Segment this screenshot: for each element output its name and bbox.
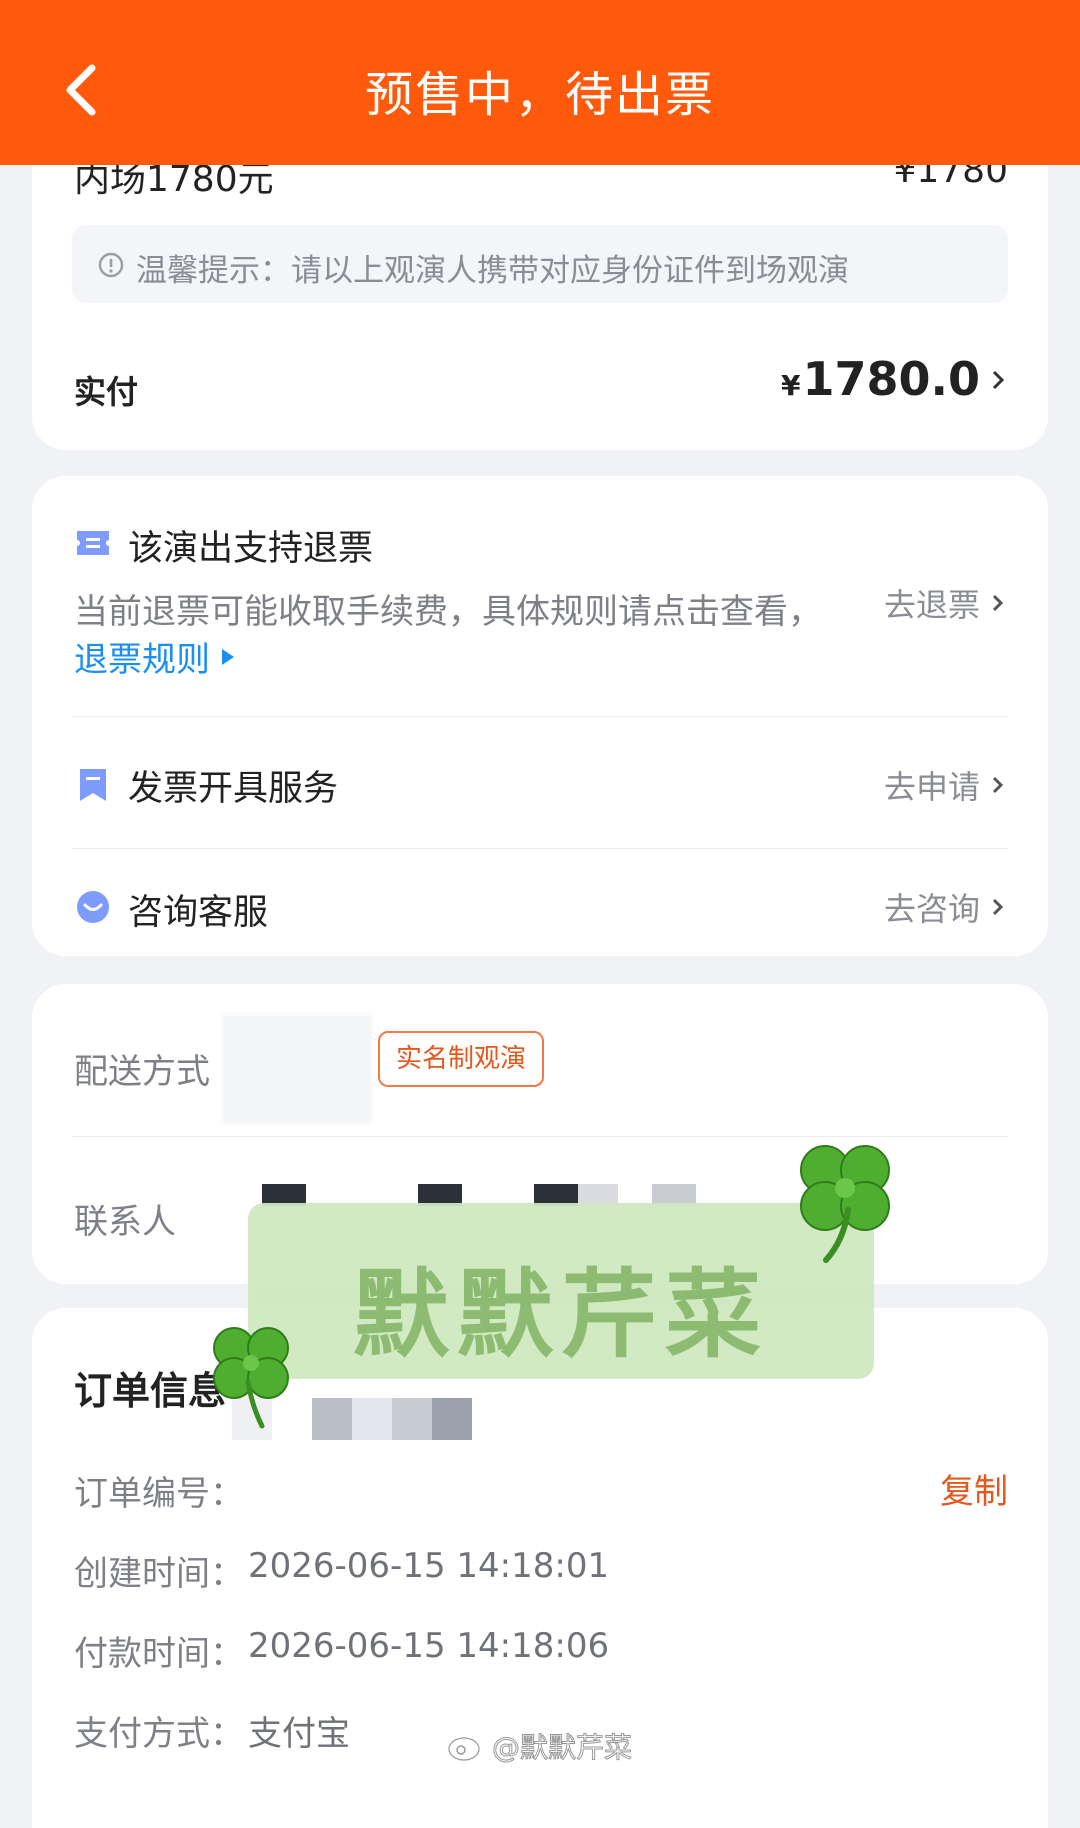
refund-action-label: 去退票: [883, 586, 980, 624]
paid-amount-row[interactable]: ¥ 1780.0: [781, 352, 1008, 406]
refund-rule-label: 退票规则: [74, 640, 210, 680]
refund-title: 该演出支持退票: [128, 529, 374, 569]
clover-icon: [800, 1145, 890, 1263]
refund-action[interactable]: 去退票: [884, 580, 1006, 626]
refund-desc: 当前退票可能收取手续费，具体规则请点击查看，: [74, 592, 822, 632]
play-arrow-icon: [222, 648, 234, 665]
top-bar: 预售中，待出票: [0, 0, 1080, 165]
real-name-badge-text: 实名制观演: [395, 1044, 526, 1074]
paid-time-label: 付款时间：: [74, 1634, 244, 1674]
clover-icon: [213, 1327, 289, 1429]
created-value: 2026-06-15 14:18:01: [248, 1546, 610, 1586]
bookmark-icon: [80, 769, 106, 801]
chat-icon: [77, 891, 109, 923]
chevron-right-icon: [992, 776, 1004, 794]
tip-box: 温馨提示：请以上观演人携带对应身份证件到场观演: [72, 225, 1008, 303]
chevron-right-icon: [992, 370, 1005, 390]
weibo-handle: @默默芹菜: [491, 1731, 633, 1765]
delivery-label: 配送方式: [74, 1052, 210, 1092]
paid-label: 实付: [74, 373, 139, 411]
contact-label: 联系人: [74, 1202, 176, 1242]
page-title: 预售中，待出票: [364, 67, 715, 123]
invoice-action-label: 去申请: [883, 768, 980, 806]
support-title: 咨询客服: [128, 893, 269, 933]
copy-button[interactable]: 复制: [940, 1464, 1008, 1513]
invoice-title: 发票开具服务: [128, 769, 339, 809]
invoice-action[interactable]: 去申请: [884, 762, 1006, 808]
pay-method-label: 支付方式：: [74, 1714, 244, 1754]
order-no-label: 订单编号：: [74, 1474, 244, 1514]
paid-currency: ¥: [781, 369, 801, 402]
real-name-badge: 实名制观演: [378, 1031, 544, 1087]
chevron-right-icon: [992, 594, 1004, 612]
refund-rule-link[interactable]: 退票规则: [74, 632, 236, 681]
price-card: 内场1780元 ¥1780 温馨提示：请以上观演人携带对应身份证件到场观演 实付…: [32, 120, 1048, 450]
paid-time-value: 2026-06-15 14:18:06: [248, 1626, 610, 1666]
info-icon: [98, 252, 124, 278]
support-action-label: 去咨询: [883, 890, 980, 928]
pay-method-value: 支付宝: [248, 1714, 350, 1754]
tip-text: 温馨提示：请以上观演人携带对应身份证件到场观演: [136, 253, 849, 289]
weibo-watermark: @默默芹菜: [446, 1726, 633, 1766]
ticket-icon: [77, 531, 109, 555]
weibo-icon: [447, 1736, 481, 1762]
redaction-blur: [222, 1014, 372, 1124]
created-label: 创建时间：: [74, 1554, 244, 1594]
service-card: 该演出支持退票 当前退票可能收取手续费，具体规则请点击查看， 退票规则 去退票 …: [32, 476, 1048, 956]
chevron-right-icon: [992, 898, 1004, 916]
paid-amount: 1780.0: [802, 352, 980, 406]
support-action[interactable]: 去咨询: [884, 884, 1006, 930]
